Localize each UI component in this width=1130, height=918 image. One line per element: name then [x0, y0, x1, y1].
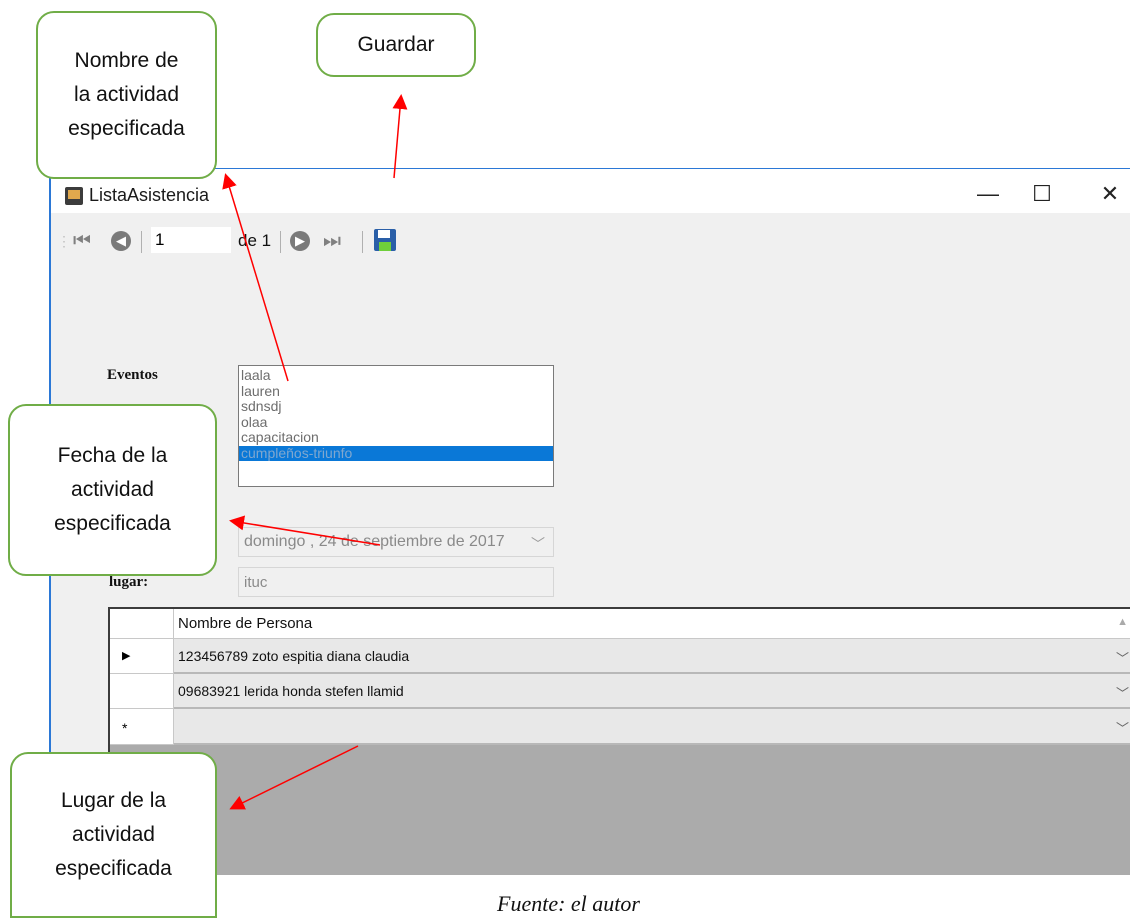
arrow-to-fecha: [229, 515, 381, 546]
annotation-arrows: [222, 94, 408, 810]
arrow-to-guardar: [392, 94, 408, 179]
arrow-to-nombre: [222, 173, 289, 382]
figure-caption: Fuente: el autor: [497, 891, 640, 916]
arrow-to-lugar: [229, 745, 359, 810]
